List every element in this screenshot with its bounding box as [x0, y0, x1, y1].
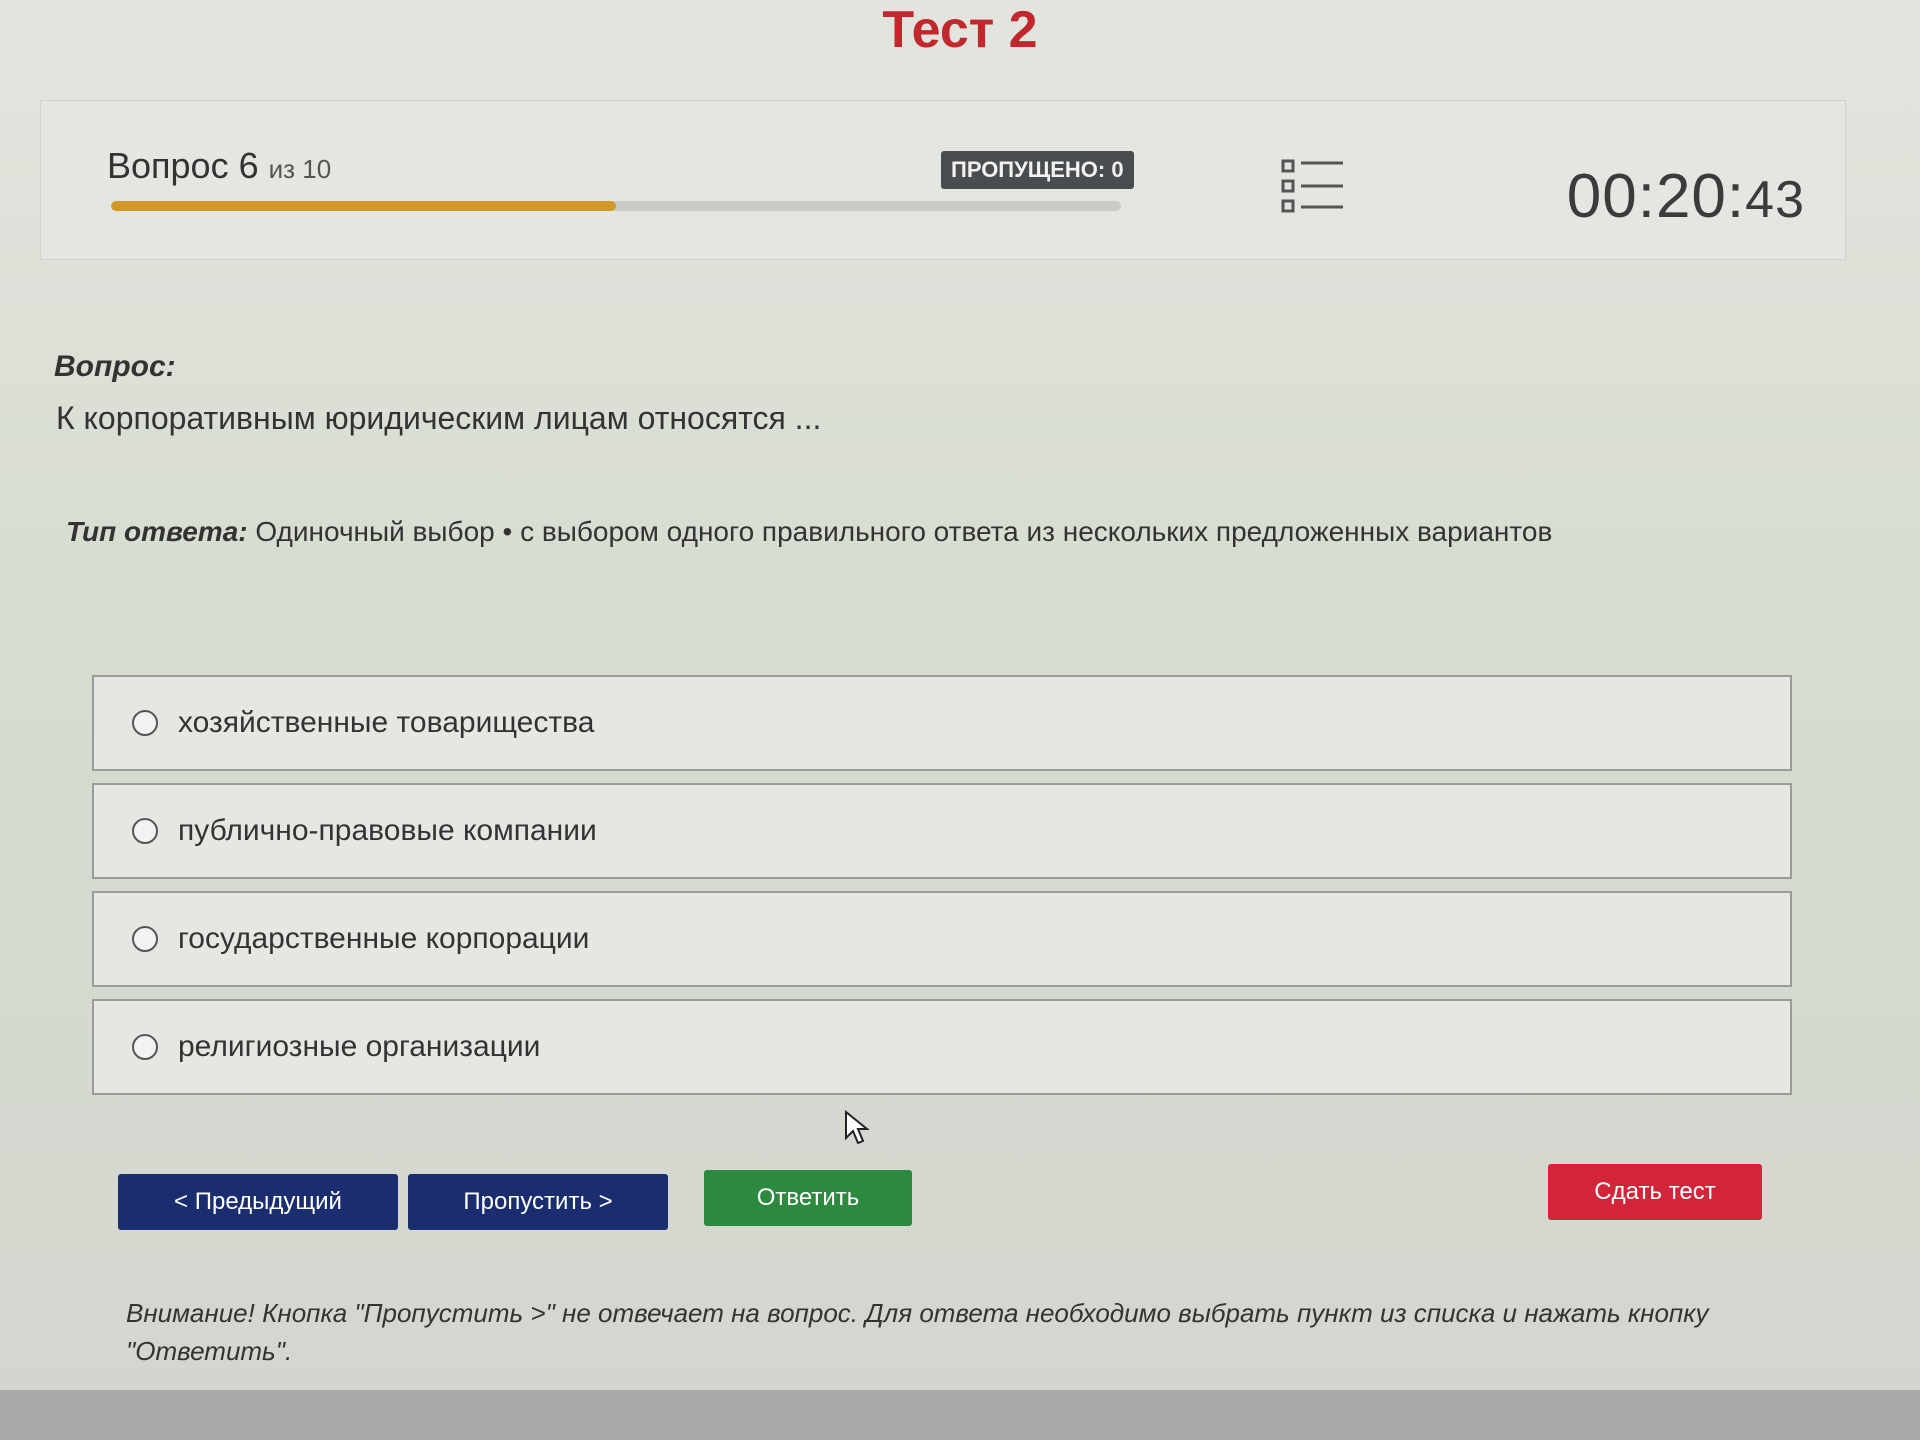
skip-button[interactable]: Пропустить >: [408, 1174, 668, 1230]
submit-test-button[interactable]: Сдать тест: [1548, 1164, 1762, 1220]
timer-main: 00:20:: [1566, 162, 1746, 231]
test-header-bar: Вопрос 6 из 10 ПРОПУЩЕНО: 0 00:20:43: [40, 100, 1846, 260]
answer-type-label: Тип ответа:: [66, 516, 248, 547]
question-text: К корпоративным юридическим лицам относя…: [56, 400, 822, 436]
question-total: из 10: [268, 154, 332, 184]
list-icon[interactable]: [1281, 157, 1345, 217]
answer-option-label: публично-правовые компании: [178, 814, 597, 847]
answer-option[interactable]: хозяйственные товарищества: [92, 675, 1792, 771]
test-page: Тест 2 Вопрос 6 из 10 ПРОПУЩЕНО: 0 00:20…: [0, 0, 1920, 1440]
answer-type: Тип ответа: Одиночный выбор • с выбором …: [66, 516, 1552, 548]
progress-bar: [111, 201, 1121, 211]
radio-button[interactable]: [132, 818, 158, 844]
answer-button[interactable]: Ответить: [704, 1170, 912, 1226]
skipped-count-badge: ПРОПУЩЕНО: 0: [941, 151, 1134, 189]
answer-option[interactable]: религиозные организации: [92, 999, 1792, 1095]
progress-fill: [111, 201, 616, 211]
answer-option[interactable]: публично-правовые компании: [92, 783, 1792, 879]
question-counter: Вопрос 6 из 10: [107, 145, 331, 187]
answer-option-label: религиозные организации: [178, 1030, 541, 1063]
answer-type-value: Одиночный выбор • с выбором одного прави…: [255, 516, 1553, 547]
mouse-pointer-icon: [844, 1109, 870, 1146]
warning-note: Внимание! Кнопка "Пропустить >" не отвеч…: [126, 1298, 1709, 1366]
answer-options: хозяйственные товарищества публично-прав…: [92, 675, 1792, 1107]
bottom-strip: [0, 1390, 1920, 1440]
countdown-timer: 00:20:43: [1567, 161, 1805, 232]
answer-option-label: государственные корпорации: [178, 922, 590, 955]
radio-button[interactable]: [132, 1034, 158, 1060]
page-title: Тест 2: [882, 1, 1038, 59]
question-label: Вопрос:: [54, 350, 176, 383]
question-number: Вопрос 6: [107, 145, 259, 186]
previous-button[interactable]: < Предыдущий: [118, 1174, 398, 1230]
answer-option[interactable]: государственные корпорации: [92, 891, 1792, 987]
radio-button[interactable]: [132, 926, 158, 952]
radio-button[interactable]: [132, 710, 158, 736]
timer-seconds: 43: [1745, 171, 1805, 229]
answer-option-label: хозяйственные товарищества: [178, 706, 595, 739]
